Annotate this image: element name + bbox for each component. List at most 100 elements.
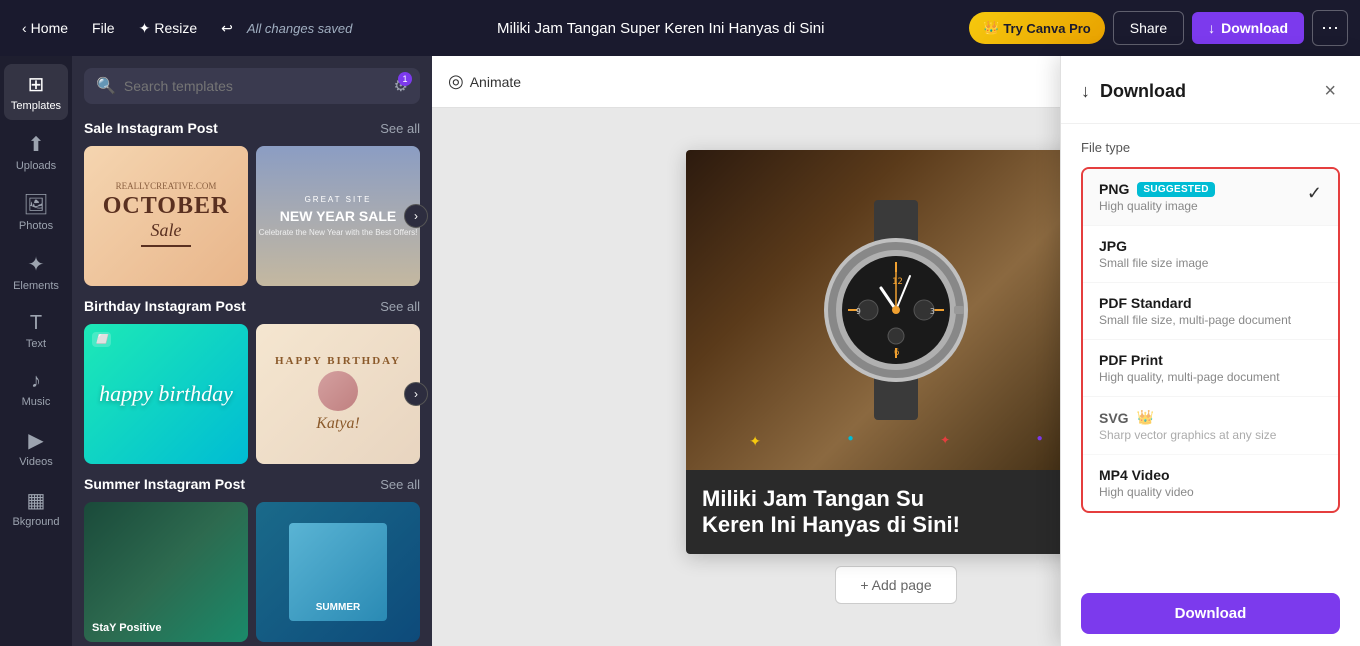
videos-icon: ▶ [28,428,43,453]
music-icon: ♪ [31,370,41,393]
panel-title-row: ↓ Download [1081,81,1186,102]
background-icon: ▦ [27,488,46,513]
summer-wave: SUMMER [289,523,387,621]
undo-icon: ↩ [221,20,233,37]
stay-positive-label: StaY Positive [92,622,162,634]
file-option-pdf-print[interactable]: PDF Print High quality, multi-page docum… [1083,340,1338,397]
filter-badge: 1 [398,72,412,86]
new-year-label: NEW YEAR SALE [280,208,396,225]
more-options-button[interactable]: ⋯ [1312,10,1348,46]
sale-label: Sale [151,220,182,241]
resize-label: Resize [154,20,197,36]
download-label: Download [1221,20,1288,36]
search-bar: 🔍 ⚙ 1 [84,68,420,104]
mp4-name: MP4 Video [1099,467,1170,483]
sidebar-item-text[interactable]: T Text [4,304,68,358]
summer-section-header: Summer Instagram Post See all [84,476,420,492]
subtitle-label: Celebrate the New Year with the Best Off… [259,228,418,237]
try-pro-label: Try Canva Pro [1003,21,1090,36]
sidebar-item-uploads[interactable]: ⬆ Uploads [4,124,68,180]
home-label: Home [31,20,68,36]
saved-status: All changes saved [247,21,353,36]
birthday-next-button[interactable]: › [404,382,428,406]
crown-icon: 👑 [983,20,999,36]
sale-next-button[interactable]: › [404,204,428,228]
jpg-desc: Small file size image [1099,256,1208,270]
birthday-photo-card[interactable]: HAPPY BIRTHDAY Katya! [256,324,420,464]
birthday-see-all[interactable]: See all [380,299,420,314]
panel-title: Download [1100,81,1186,102]
close-panel-button[interactable]: × [1320,76,1340,107]
search-input[interactable] [124,78,386,94]
sale-section-header: Sale Instagram Post See all [84,120,420,136]
animate-icon: ◎ [448,71,464,92]
summer-label: SUMMER [316,602,360,613]
panel-footer: Download [1061,581,1360,646]
templates-icon: ⊞ [28,72,45,97]
file-option-mp4[interactable]: MP4 Video High quality video [1083,455,1338,511]
main-layout: ⊞ Templates ⬆ Uploads 🖼 Photos ✦ Element… [0,56,1360,646]
svg-name-row: SVG 👑 [1099,409,1276,426]
download-button[interactable]: ↓ Download [1192,12,1304,44]
file-type-label: File type [1081,140,1340,155]
file-option-pdf-print-left: PDF Print High quality, multi-page docum… [1099,352,1280,384]
photos-icon: 🖼 [23,192,48,217]
sale-see-all[interactable]: See all [380,121,420,136]
undo-button[interactable]: ↩ [211,14,243,43]
topbar: ‹ Home File ✦ Resize ↩ All changes saved… [0,0,1360,56]
download-panel-button[interactable]: Download [1081,593,1340,634]
resize-button[interactable]: ✦ Resize [129,14,208,43]
pdf-print-desc: High quality, multi-page document [1099,370,1280,384]
file-type-dropdown: PNG SUGGESTED High quality image ✓ JPG S… [1081,167,1340,513]
mp4-desc: High quality video [1099,485,1194,499]
videos-label: Videos [19,456,52,468]
uploads-icon: ⬆ [28,132,45,157]
sidebar-item-elements[interactable]: ✦ Elements [4,244,68,300]
file-option-pdf-standard[interactable]: PDF Standard Small file size, multi-page… [1083,283,1338,340]
svg-text:6: 6 [894,348,899,358]
photos-label: Photos [19,220,53,232]
pdf-print-name: PDF Print [1099,352,1163,368]
file-button[interactable]: File [82,14,125,42]
summer-see-all[interactable]: See all [380,477,420,492]
watch-image: 12 3 6 9 ✦ ● ✦ ● [686,150,1106,470]
sidebar-item-videos[interactable]: ▶ Videos [4,420,68,476]
great-site-label: GREAT SITE [305,195,372,204]
file-option-svg-left: SVG 👑 Sharp vector graphics at any size [1099,409,1276,442]
sidebar-item-music[interactable]: ♪ Music [4,362,68,416]
sidebar-item-photos[interactable]: 🖼 Photos [4,184,68,240]
svg-text:3: 3 [930,307,935,316]
design-canvas[interactable]: 12 3 6 9 ✦ ● ✦ ● Miliki Jam Tangan [686,150,1106,555]
new-year-sale-card[interactable]: GREAT SITE NEW YEAR SALE Celebrate the N… [256,146,420,286]
watch-illustration: 12 3 6 9 [806,200,986,420]
stay-positive-card[interactable]: StaY Positive [84,502,248,642]
mp4-name-row: MP4 Video [1099,467,1194,483]
file-option-pdf-standard-left: PDF Standard Small file size, multi-page… [1099,295,1291,327]
birthday-section-header: Birthday Instagram Post See all [84,298,420,314]
filter-button[interactable]: ⚙ 1 [394,76,408,96]
animate-button[interactable]: ◎ Animate [448,71,521,92]
file-option-jpg-left: JPG Small file size image [1099,238,1208,270]
elements-label: Elements [13,280,59,292]
topbar-left: ‹ Home File ✦ Resize ↩ All changes saved [12,14,352,43]
back-button[interactable]: ‹ Home [12,14,78,42]
sale-section-title: Sale Instagram Post [84,120,218,136]
birthday-teal-card[interactable]: ⬜ happy birthday [84,324,248,464]
file-option-jpg[interactable]: JPG Small file size image [1083,226,1338,283]
file-option-svg[interactable]: SVG 👑 Sharp vector graphics at any size [1083,397,1338,455]
share-label: Share [1130,20,1167,36]
summer-section-title: Summer Instagram Post [84,476,245,492]
sidebar-item-background[interactable]: ▦ Bkground [4,480,68,536]
sale-template-row: REALLYCREATIVE.COM OCTOBER Sale GREAT SI… [84,146,420,286]
share-button[interactable]: Share [1113,11,1184,45]
templates-panel: 🔍 ⚙ 1 Sale Instagram Post See all REALLY… [72,56,432,646]
sidebar-item-templates[interactable]: ⊞ Templates [4,64,68,120]
animate-label: Animate [470,74,521,90]
summer-card-2[interactable]: SUMMER [256,502,420,642]
add-page-button[interactable]: + Add page [835,566,956,604]
october-sale-card[interactable]: REALLYCREATIVE.COM OCTOBER Sale [84,146,248,286]
svg-pro-icon: 👑 [1137,409,1154,426]
file-option-png[interactable]: PNG SUGGESTED High quality image ✓ [1083,169,1338,226]
search-icon: 🔍 [96,76,116,96]
try-pro-button[interactable]: 👑 Try Canva Pro [969,12,1105,44]
